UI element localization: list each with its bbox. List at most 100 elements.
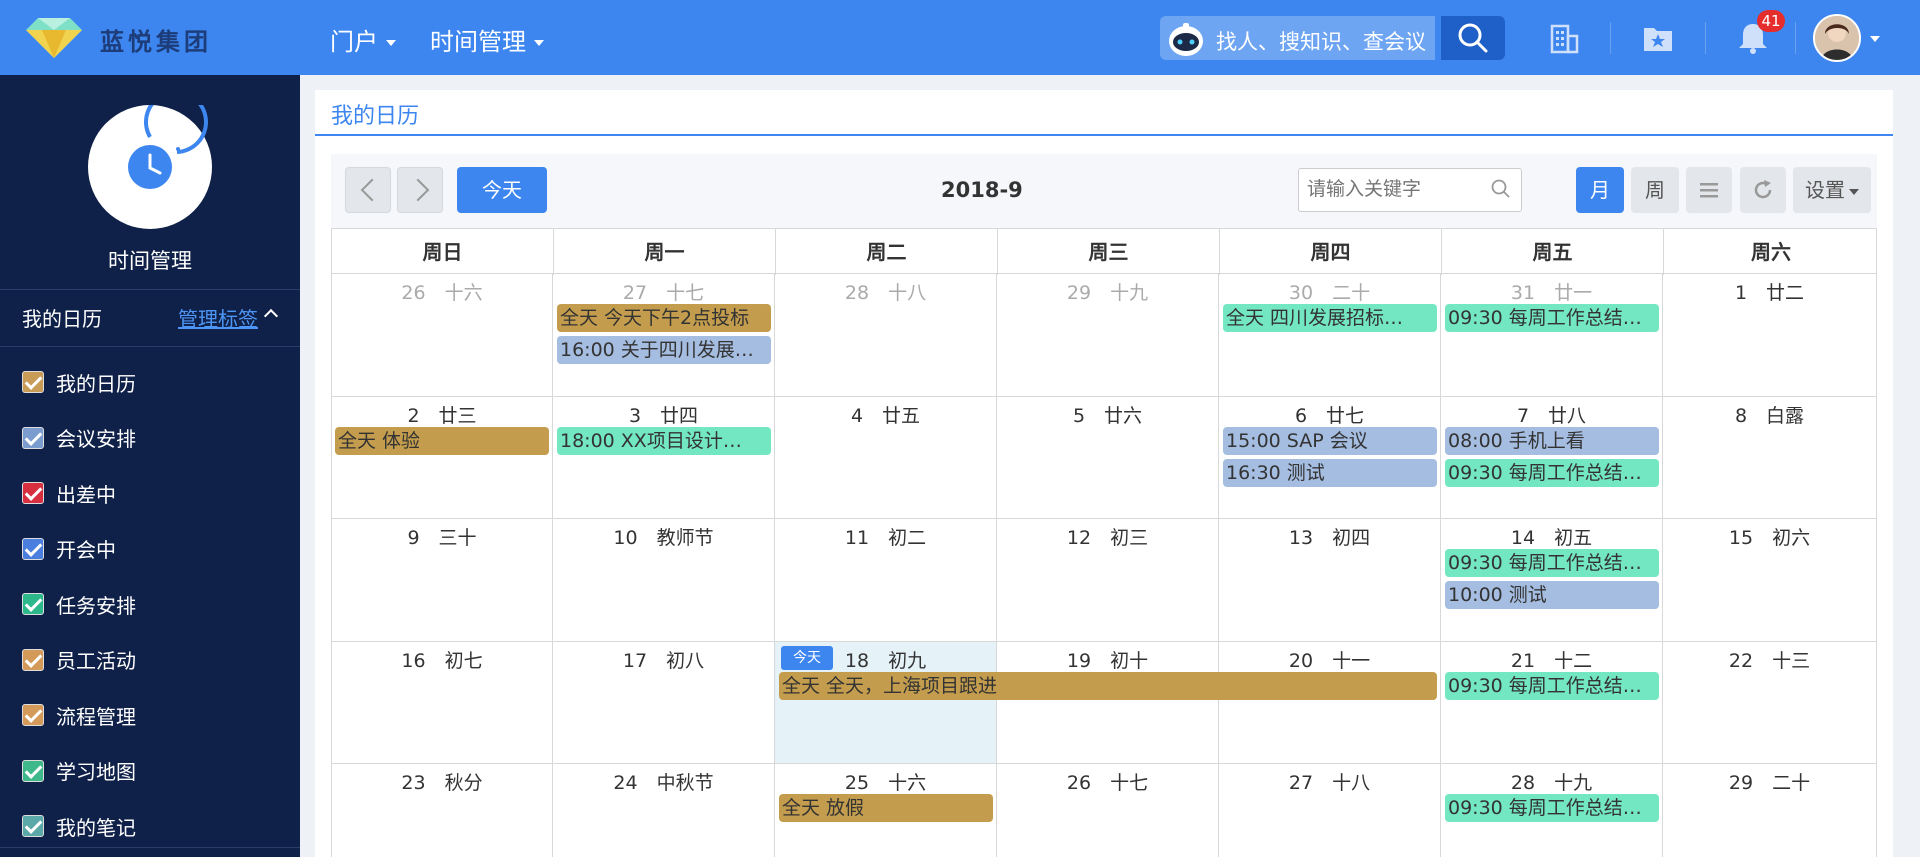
nav-portal[interactable]: 门户 <box>330 22 396 57</box>
calendar-day-cell[interactable]: 4 廿五 <box>775 396 997 519</box>
settings-label: 设置 <box>1805 178 1845 202</box>
day-number-label: 24 中秋节 <box>613 772 714 794</box>
calendar-day-cell[interactable]: 9 三十 <box>331 519 553 642</box>
refresh-button[interactable] <box>1740 167 1786 213</box>
weekday-header-row: 周日 周一 周二 周三 周四 周五 周六 <box>331 228 1877 275</box>
next-month-button[interactable] <box>397 167 443 213</box>
calendar-day-cell[interactable]: 29 二十 <box>1663 764 1877 857</box>
calendar-event[interactable]: 09:30 每周工作总结… <box>1445 549 1659 577</box>
sidebar-item-meetings[interactable]: 会议安排 <box>22 423 136 453</box>
favorites-folder-icon[interactable] <box>1640 20 1676 56</box>
calendar-event[interactable]: 09:30 每周工作总结… <box>1445 671 1659 700</box>
calendar-day-cell[interactable]: 8 白露 <box>1663 396 1877 519</box>
calendar-event[interactable]: 全天 四川发展招标… <box>1223 304 1437 332</box>
calendar-day-cell[interactable]: 16 初七 <box>331 641 553 764</box>
sidebar-item-process-management[interactable]: 流程管理 <box>22 700 136 730</box>
calendar-day-cell[interactable]: 7 廿八 <box>1441 396 1663 519</box>
sidebar-section-my-calendar[interactable]: 我的日历 <box>22 303 102 332</box>
calendar-event[interactable]: 09:30 每周工作总结… <box>1445 458 1659 487</box>
calendar-event[interactable]: 09:30 每周工作总结… <box>1445 794 1659 822</box>
panel-title: 我的日历 <box>331 104 420 129</box>
calendar-day-cell[interactable]: 15 初六 <box>1663 519 1877 642</box>
sidebar-item-learning-map[interactable]: 学习地图 <box>22 756 136 786</box>
sidebar-item-tasks[interactable]: 任务安排 <box>22 589 136 619</box>
calendar-event[interactable]: 09:30 每周工作总结… <box>1445 304 1659 332</box>
day-number-label: 29 二十 <box>1728 772 1811 794</box>
diamond-logo-icon[interactable] <box>22 16 86 60</box>
calendar-day-cell[interactable]: 26 十七 <box>997 764 1219 857</box>
prev-month-button[interactable] <box>345 167 391 213</box>
checkbox-checked-icon[interactable] <box>22 371 44 393</box>
global-search-input[interactable]: 找人、搜知识、查会议 <box>1216 26 1426 56</box>
calendar-day-cell[interactable]: 22 十三 <box>1663 641 1877 764</box>
calendar-day-cell[interactable]: 1 廿二 <box>1663 274 1877 397</box>
calendar-day-cell[interactable]: 今天 18 初九 <box>775 641 997 764</box>
global-search-box[interactable]: 找人、搜知识、查会议 <box>1160 16 1435 60</box>
calendar-day-cell[interactable]: 24 中秋节 <box>553 764 775 857</box>
chevron-down-icon[interactable] <box>1870 36 1880 42</box>
calendar-day-cell[interactable]: 17 初八 <box>553 641 775 764</box>
calendar-day-cell[interactable]: 3 廿四 <box>553 396 775 519</box>
calendar-day-cell[interactable]: 2 廿三 <box>331 396 553 519</box>
keyword-search-input[interactable] <box>1307 169 1477 209</box>
sidebar-item-my-calendar[interactable]: 我的日历 <box>22 367 136 397</box>
calendar-day-cell[interactable]: 5 廿六 <box>997 396 1219 519</box>
calendar-event[interactable]: 全天 全天，上海项目跟进 <box>779 671 1437 700</box>
nav-time-management[interactable]: 时间管理 <box>430 22 544 57</box>
calendar-day-cell[interactable]: 20 十一 <box>1219 641 1441 764</box>
calendar-day-cell[interactable]: 23 秋分 <box>331 764 553 857</box>
calendar-day-cell[interactable]: 28 十八 <box>775 274 997 397</box>
calendar-day-cell[interactable]: 26 十六 <box>331 274 553 397</box>
calendar-day-cell[interactable]: 19 初十 <box>997 641 1219 764</box>
calendar-day-cell[interactable]: 10 教师节 <box>553 519 775 642</box>
building-icon[interactable] <box>1546 20 1582 56</box>
checkbox-checked-icon[interactable] <box>22 759 44 782</box>
calendar-day-cell[interactable]: 31 廿一 <box>1441 274 1663 397</box>
day-number-label: 27 十八 <box>1288 772 1371 794</box>
manage-tags-link[interactable]: 管理标签 <box>178 303 258 332</box>
calendar-event[interactable]: 16:30 测试 <box>1223 458 1437 487</box>
checkbox-checked-icon[interactable] <box>22 593 44 615</box>
calendar-event[interactable]: 18:00 XX项目设计… <box>557 426 771 455</box>
calendar-event[interactable]: 10:00 测试 <box>1445 581 1659 609</box>
calendar-day-cell[interactable]: 13 初四 <box>1219 519 1441 642</box>
view-month-button[interactable]: 月 <box>1576 167 1624 213</box>
calendar-event[interactable]: 15:00 SAP 会议 <box>1223 426 1437 455</box>
day-number-label: 30 二十 <box>1288 282 1371 304</box>
view-list-button[interactable] <box>1686 167 1732 213</box>
sidebar-item-in-meeting[interactable]: 开会中 <box>22 534 116 564</box>
sidebar-item-staff-activities[interactable]: 员工活动 <box>22 645 136 675</box>
calendar-day-cell[interactable]: 12 初三 <box>997 519 1219 642</box>
calendar-event[interactable]: 08:00 手机上看 <box>1445 426 1659 455</box>
checkbox-checked-icon[interactable] <box>22 815 44 837</box>
calendar-day-cell[interactable]: 29 十九 <box>997 274 1219 397</box>
calendar-day-cell[interactable]: 27 十八 <box>1219 764 1441 857</box>
chevron-up-icon[interactable] <box>263 308 279 324</box>
checkbox-checked-icon[interactable] <box>22 648 44 671</box>
keyword-search-box[interactable] <box>1298 168 1522 212</box>
calendar-event[interactable]: 全天 今天下午2点投标 <box>557 304 771 332</box>
robot-assistant-icon[interactable] <box>1166 20 1206 60</box>
calendar-day-cell[interactable]: 30 二十 <box>1219 274 1441 397</box>
user-avatar[interactable] <box>1813 14 1861 62</box>
search-icon[interactable] <box>1491 179 1511 199</box>
checkbox-checked-icon[interactable] <box>22 426 44 449</box>
calendar-event[interactable]: 16:00 关于四川发展… <box>557 336 771 364</box>
today-button[interactable]: 今天 <box>457 167 547 213</box>
weekday-header: 周五 <box>1442 229 1664 275</box>
calendar-event[interactable]: 全天 放假 <box>779 794 993 822</box>
settings-dropdown[interactable]: 设置 <box>1793 167 1871 213</box>
sidebar-item-my-notes[interactable]: 我的笔记 <box>22 811 136 841</box>
checkbox-checked-icon[interactable] <box>22 704 44 726</box>
sidebar-item-business-trip[interactable]: 出差中 <box>22 478 116 508</box>
search-button[interactable] <box>1441 16 1505 60</box>
calendar-day-cell[interactable]: 21 十二 <box>1441 641 1663 764</box>
day-number-label: 17 初八 <box>622 649 705 672</box>
checkbox-checked-icon[interactable] <box>22 537 44 560</box>
view-week-button[interactable]: 周 <box>1631 167 1679 213</box>
panel-title-underline <box>315 134 1893 136</box>
calendar-day-cell[interactable]: 11 初二 <box>775 519 997 642</box>
calendar-event[interactable]: 全天 体验 <box>335 426 549 455</box>
calendar-day-cell[interactable]: 6 廿七 <box>1219 396 1441 519</box>
checkbox-checked-icon[interactable] <box>22 482 44 504</box>
